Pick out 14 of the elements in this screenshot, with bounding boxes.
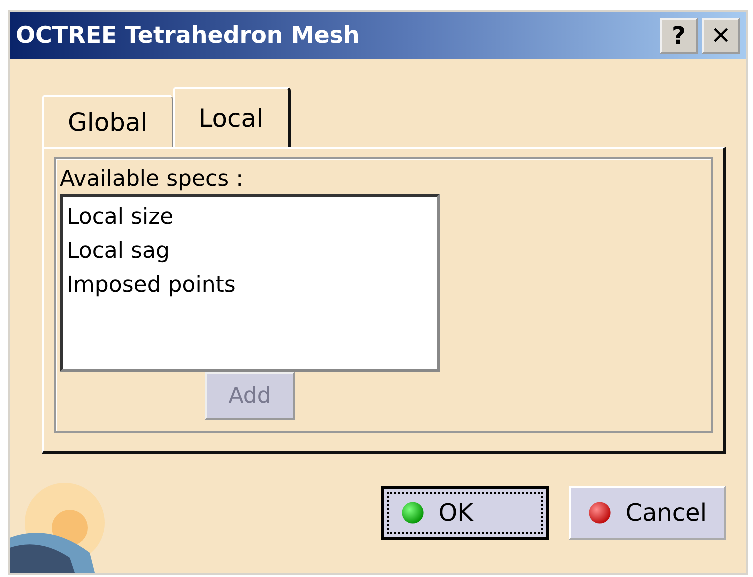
ok-button[interactable]: OK bbox=[380, 486, 549, 540]
list-item[interactable]: Local sag bbox=[67, 235, 433, 269]
ball-icon bbox=[588, 501, 612, 525]
list-item[interactable]: Local size bbox=[67, 201, 433, 235]
list-item[interactable]: Imposed points bbox=[67, 269, 433, 303]
title-bar-button[interactable]: ? bbox=[660, 18, 698, 54]
tab[interactable]: Local bbox=[172, 87, 291, 147]
title-bar-button[interactable]: ✕ bbox=[702, 18, 740, 54]
cancel-button[interactable]: Cancel bbox=[568, 486, 726, 540]
specs-list[interactable]: Local size Local sag Imposed points bbox=[60, 194, 440, 372]
window-title: OCTREE Tetrahedron Mesh bbox=[16, 22, 360, 48]
specs-label: Available specs : bbox=[60, 167, 244, 192]
ball-icon bbox=[400, 501, 425, 525]
tab[interactable]: Global bbox=[42, 95, 173, 147]
